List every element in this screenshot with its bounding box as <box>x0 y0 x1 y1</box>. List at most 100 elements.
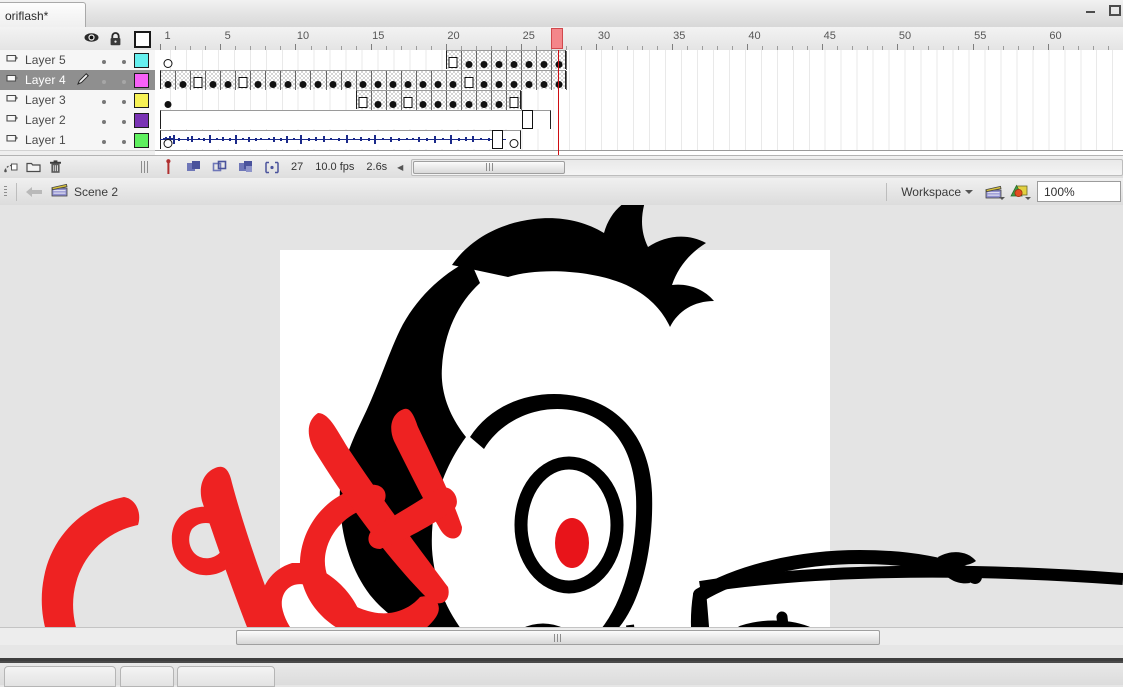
zoom-level-field[interactable]: 100% <box>1037 181 1121 202</box>
keyframe-marker[interactable] <box>540 61 548 68</box>
new-layer-icon[interactable] <box>0 157 22 177</box>
keyframe-marker[interactable] <box>344 81 352 88</box>
keyframe-marker[interactable] <box>555 61 563 68</box>
layer-outline-color-swatch[interactable] <box>134 132 149 148</box>
outline-square-icon[interactable] <box>134 31 151 48</box>
keyframe-marker[interactable] <box>525 81 533 88</box>
frame-row[interactable] <box>155 70 1123 91</box>
taskbar-item-3[interactable] <box>177 666 275 687</box>
layer-row-layer-1[interactable]: Layer 1 <box>0 130 155 151</box>
edit-symbol-icon[interactable] <box>1007 181 1033 203</box>
restore-icon[interactable] <box>1107 4 1121 16</box>
layer-lock-toggle[interactable] <box>114 53 134 67</box>
keyframe-marker[interactable] <box>449 81 457 88</box>
layer-name-label[interactable]: Layer 2 <box>25 113 94 127</box>
keyframe-marker[interactable] <box>419 81 427 88</box>
scroll-left-icon[interactable]: ◀ <box>393 160 407 175</box>
layer-lock-toggle[interactable] <box>114 73 134 87</box>
frame-span[interactable] <box>160 110 552 129</box>
keyframe-marker[interactable] <box>495 101 503 108</box>
keyframe-marker[interactable] <box>374 81 382 88</box>
blank-keyframe-marker[interactable] <box>403 97 413 108</box>
keyframe-marker[interactable] <box>389 81 397 88</box>
layer-lock-toggle[interactable] <box>114 133 134 147</box>
layer-row-layer-4[interactable]: Layer 4 <box>0 70 155 91</box>
keyframe-marker[interactable] <box>284 81 292 88</box>
layer-outline-color-swatch[interactable] <box>134 52 149 68</box>
workspace-switcher[interactable]: Workspace <box>893 181 981 203</box>
layer-panel-grip[interactable] <box>141 161 149 173</box>
layer-outline-color-swatch[interactable] <box>134 72 149 88</box>
keyframe-marker[interactable] <box>465 101 473 108</box>
keyframe-marker[interactable] <box>434 81 442 88</box>
back-arrow-icon[interactable] <box>23 182 45 202</box>
keyframe-marker[interactable] <box>419 101 427 108</box>
keyframe-marker[interactable] <box>465 61 473 68</box>
frame-rows[interactable] <box>155 50 1123 155</box>
document-tab[interactable]: oriflash* <box>0 2 86 28</box>
frame-row[interactable] <box>155 130 1123 151</box>
modify-onion-markers-icon[interactable] <box>259 157 285 177</box>
span-end-marker[interactable] <box>522 110 534 129</box>
empty-keyframe-marker[interactable] <box>163 59 173 68</box>
scene-button[interactable]: Scene 2 <box>45 181 124 203</box>
keyframe-marker[interactable] <box>480 101 488 108</box>
empty-keyframe-marker[interactable] <box>509 139 519 148</box>
frame-row[interactable] <box>155 110 1123 131</box>
layer-row-layer-2[interactable]: Layer 2 <box>0 110 155 131</box>
keyframe-marker[interactable] <box>389 101 397 108</box>
keyframe-marker[interactable] <box>314 81 322 88</box>
onion-skin-outline-icon[interactable] <box>207 157 233 177</box>
layer-lock-toggle[interactable] <box>114 113 134 127</box>
keyframe-marker[interactable] <box>164 101 172 108</box>
edit-multiple-frames-icon[interactable] <box>233 157 259 177</box>
keyframe-marker[interactable] <box>510 61 518 68</box>
keyframe-marker[interactable] <box>209 81 217 88</box>
layer-lock-toggle[interactable] <box>114 93 134 107</box>
keyframe-marker[interactable] <box>329 81 337 88</box>
keyframe-marker[interactable] <box>525 61 533 68</box>
layer-row-layer-5[interactable]: Layer 5 <box>0 50 155 71</box>
keyframe-marker[interactable] <box>480 61 488 68</box>
frame-row[interactable] <box>155 50 1123 71</box>
eye-icon[interactable] <box>84 32 99 47</box>
center-frame-icon[interactable] <box>155 157 181 177</box>
frame-span[interactable] <box>445 50 568 70</box>
blank-keyframe-marker[interactable] <box>238 77 248 88</box>
keyframe-marker[interactable] <box>434 101 442 108</box>
keyframe-marker[interactable] <box>495 61 503 68</box>
layer-outline-color-swatch[interactable] <box>134 112 149 128</box>
layer-visibility-toggle[interactable] <box>94 53 114 67</box>
keyframe-marker[interactable] <box>359 81 367 88</box>
blank-keyframe-marker[interactable] <box>509 97 519 108</box>
keyframe-marker[interactable] <box>224 81 232 88</box>
keyframe-marker[interactable] <box>495 81 503 88</box>
timeline-scroll-thumb[interactable] <box>413 160 566 174</box>
keyframe-marker[interactable] <box>404 81 412 88</box>
keyframe-marker[interactable] <box>480 81 488 88</box>
layer-name-label[interactable]: Layer 5 <box>25 53 94 67</box>
empty-keyframe-marker[interactable] <box>163 139 173 148</box>
layer-outline-color-swatch[interactable] <box>134 92 149 108</box>
blank-keyframe-marker[interactable] <box>464 77 474 88</box>
keyframe-marker[interactable] <box>179 81 187 88</box>
trash-icon[interactable] <box>44 157 66 177</box>
layer-row-layer-3[interactable]: Layer 3 <box>0 90 155 111</box>
layer-visibility-toggle[interactable] <box>94 133 114 147</box>
keyframe-marker[interactable] <box>555 81 563 88</box>
blank-keyframe-marker[interactable] <box>358 97 368 108</box>
minimize-icon[interactable] <box>1085 4 1097 16</box>
edit-bar-grip[interactable] <box>0 178 10 205</box>
stage-horizontal-scrollbar[interactable] <box>0 627 1123 645</box>
layer-visibility-toggle[interactable] <box>94 113 114 127</box>
keyframe-marker[interactable] <box>374 101 382 108</box>
taskbar-item-1[interactable] <box>4 666 116 687</box>
frame-rate-value[interactable]: 10.0 fps <box>309 161 360 173</box>
keyframe-marker[interactable] <box>164 81 172 88</box>
layer-visibility-toggle[interactable] <box>94 73 114 87</box>
blank-keyframe-marker[interactable] <box>193 77 203 88</box>
keyframe-marker[interactable] <box>540 81 548 88</box>
taskbar-item-2[interactable] <box>120 666 174 687</box>
layer-name-label[interactable]: Layer 4 <box>25 73 76 87</box>
span-end-marker[interactable] <box>492 130 504 149</box>
